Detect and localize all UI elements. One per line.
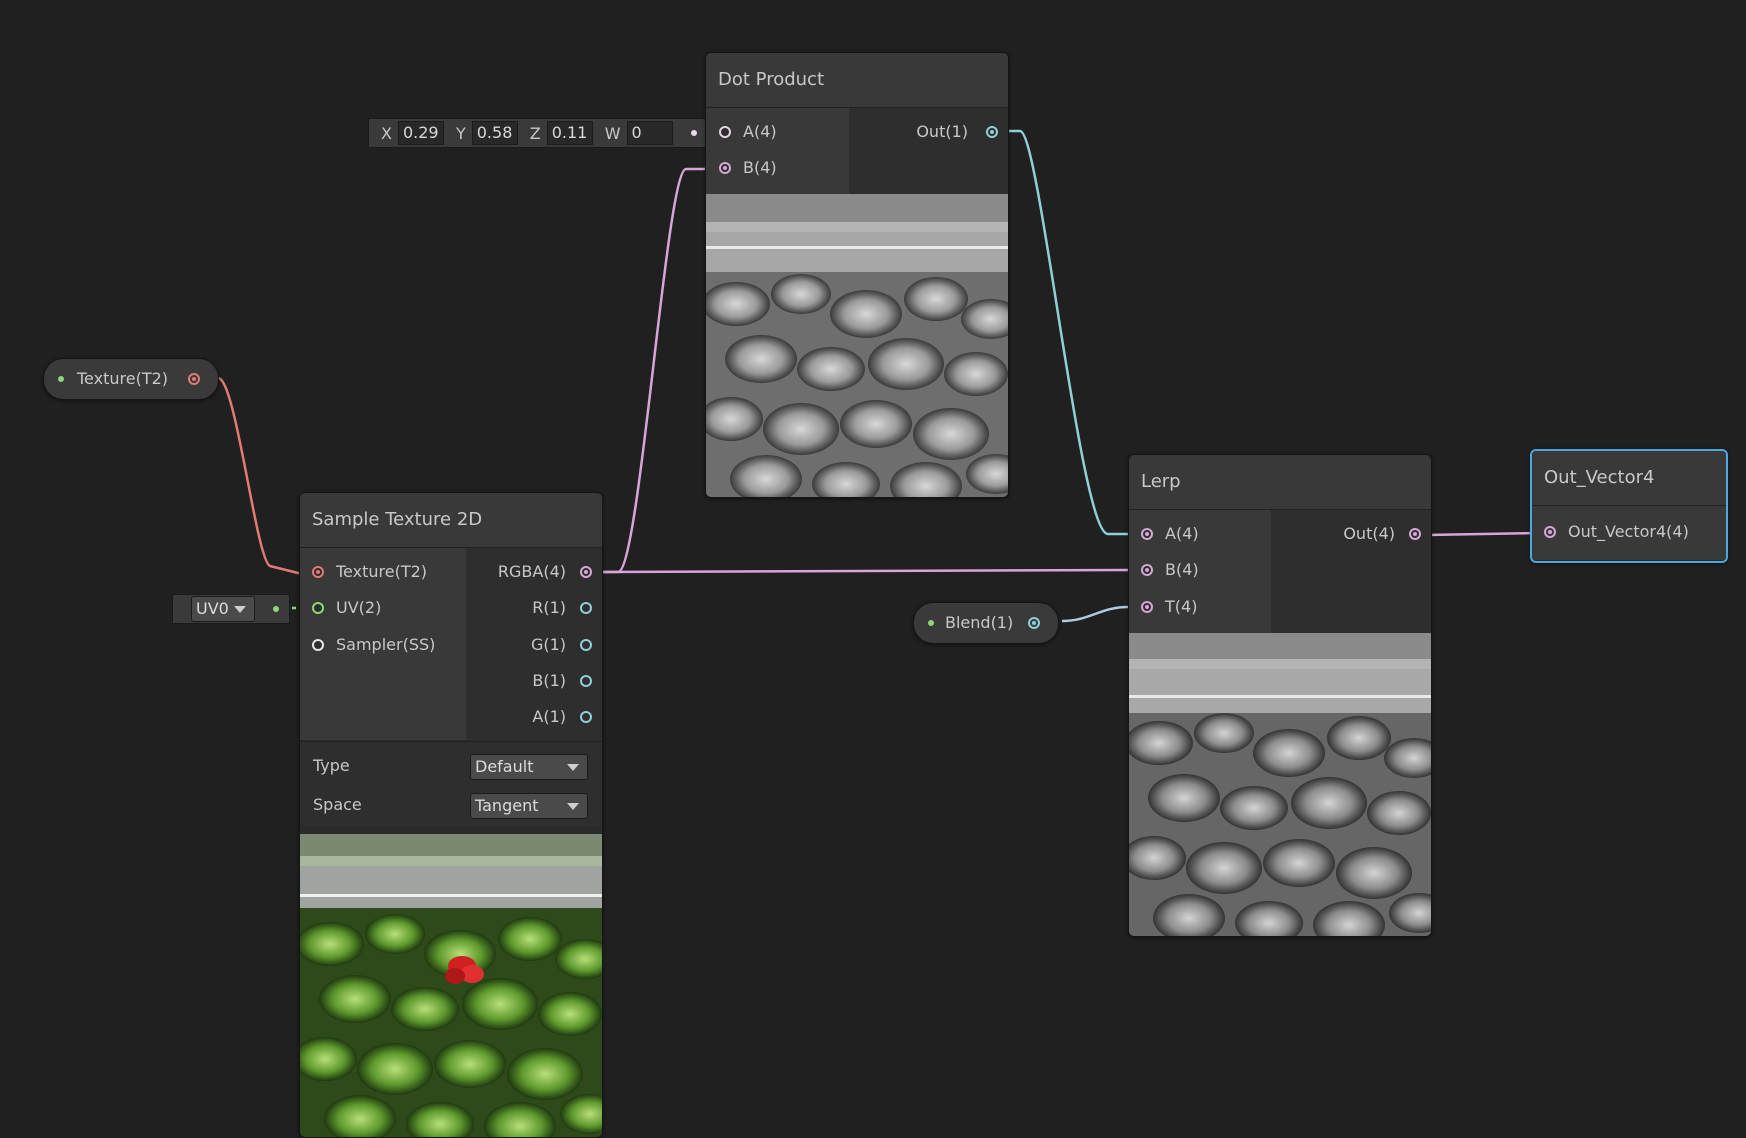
port-b-output-dot[interactable] (580, 675, 592, 687)
wire-texture-to-sample (217, 376, 303, 576)
chevron-down-icon (234, 606, 246, 613)
port-texture-label: Texture(T2) (336, 562, 428, 581)
port-texture-dot[interactable] (312, 566, 324, 578)
space-dropdown-value: Tangent (475, 796, 539, 815)
wire-rgba-to-dot-b (598, 167, 718, 574)
type-dropdown-value: Default (475, 757, 534, 776)
space-dropdown[interactable]: Tangent (470, 793, 588, 819)
port-out-vector4-label: Out_Vector4(4) (1568, 522, 1689, 541)
lerp-ports: A(4) B(4) T(4) Out(4) (1129, 510, 1431, 633)
texture-property-node[interactable]: Texture(T2) (43, 358, 219, 400)
port-lerp-b-label: B(4) (1165, 560, 1199, 579)
port-rgba-output[interactable]: RGBA(4) (472, 554, 592, 590)
blend-property-output-dot[interactable] (1028, 617, 1040, 629)
dot-product-ports: A(4) B(4) Out(1) (706, 108, 1008, 194)
z-label: Z (529, 123, 541, 143)
blend-property-indicator (928, 620, 934, 626)
port-lerp-out-dot[interactable] (1409, 528, 1421, 540)
x-field[interactable]: 0.29 (397, 121, 444, 145)
port-alpha-label: A(1) (532, 707, 566, 726)
out-vector4-title: Out_Vector4 (1532, 451, 1726, 506)
port-alpha-dot[interactable] (580, 711, 592, 723)
out-vector4-node[interactable]: Out_Vector4 Out_Vector4(4) (1530, 449, 1728, 563)
port-uv-label: UV(2) (336, 598, 382, 617)
port-lerp-t-dot[interactable] (1141, 601, 1153, 613)
blend-property-label: Blend(1) (945, 613, 1014, 632)
uv-output-dot[interactable] (273, 606, 279, 612)
port-out-label: Out(1) (916, 122, 968, 141)
wire-blend-to-lerp-t (1061, 605, 1129, 623)
port-uv-dot[interactable] (312, 602, 324, 614)
w-label: W (604, 123, 621, 143)
port-sampler-label: Sampler(SS) (336, 635, 436, 654)
space-label: Space (313, 795, 362, 814)
port-lerp-out-output[interactable]: Out(4) (1301, 516, 1421, 552)
port-lerp-out-label: Out(4) (1343, 524, 1395, 543)
port-g-output[interactable]: G(1) (472, 627, 592, 663)
uv-input-box: UV0 (172, 594, 290, 624)
port-b-label: B(4) (743, 158, 777, 177)
wire-rgba-to-lerp-b (597, 568, 1129, 574)
port-lerp-b-dot[interactable] (1141, 564, 1153, 576)
port-b-output[interactable]: B(1) (472, 663, 592, 699)
type-label: Type (313, 756, 350, 775)
port-alpha-output[interactable]: A(1) (472, 699, 592, 735)
uv-dropdown-value: UV0 (196, 599, 229, 618)
port-r-label: R(1) (532, 598, 566, 617)
port-r-output[interactable]: R(1) (472, 590, 592, 626)
port-rgba-dot[interactable] (580, 566, 592, 578)
y-label: Y (455, 123, 466, 143)
out-vector4-ports: Out_Vector4(4) (1532, 506, 1726, 560)
lerp-preview (1129, 633, 1431, 936)
port-out-output[interactable]: Out(1) (878, 114, 998, 150)
port-lerp-a-dot[interactable] (1141, 528, 1153, 540)
port-b-dot[interactable] (719, 162, 731, 174)
texture-property-output-dot[interactable] (188, 373, 200, 385)
port-b-output-label: B(1) (532, 671, 566, 690)
lerp-title: Lerp (1129, 455, 1431, 510)
uv-dropdown[interactable]: UV0 (191, 596, 255, 622)
port-lerp-a-label: A(4) (1165, 524, 1199, 543)
sample-texture-preview (300, 834, 602, 1137)
sample-texture-title: Sample Texture 2D (300, 493, 602, 548)
port-r-dot[interactable] (580, 602, 592, 614)
z-field[interactable]: 0.11 (546, 121, 593, 145)
port-sampler-dot[interactable] (312, 639, 324, 651)
blend-property-node[interactable]: Blend(1) (913, 602, 1059, 644)
x-label: X (381, 123, 392, 143)
lerp-node[interactable]: Lerp A(4) B(4) T(4) Out(4) (1128, 454, 1432, 937)
dot-product-node[interactable]: Dot Product A(4) B(4) Out(1) (705, 52, 1009, 498)
port-g-dot[interactable] (580, 639, 592, 651)
y-field[interactable]: 0.58 (471, 121, 518, 145)
texture-property-indicator (58, 376, 64, 382)
dot-product-preview (706, 194, 1008, 497)
sample-texture-2d-node[interactable]: Sample Texture 2D Texture(T2) UV(2) Samp… (299, 492, 603, 1138)
chevron-down-icon (567, 764, 579, 771)
wire-dot-out-to-lerp-a (996, 129, 1128, 536)
port-out-dot[interactable] (986, 126, 998, 138)
port-g-label: G(1) (530, 635, 566, 654)
port-a-label: A(4) (743, 122, 777, 141)
texture-property-label: Texture(T2) (77, 369, 169, 388)
dot-product-title: Dot Product (706, 53, 1008, 108)
vector-output-dot[interactable] (690, 130, 697, 136)
type-dropdown[interactable]: Default (470, 754, 588, 780)
sample-texture-settings: Type Default Space Tangent (300, 741, 602, 826)
chevron-down-icon (567, 803, 579, 810)
port-out-vector4-dot[interactable] (1544, 526, 1556, 538)
w-field[interactable]: 0 (626, 121, 673, 145)
port-a-dot[interactable] (719, 126, 731, 138)
port-lerp-t-label: T(4) (1165, 597, 1198, 616)
sample-texture-ports: Texture(T2) UV(2) Sampler(SS) RGBA(4) R(… (300, 548, 602, 740)
port-rgba-label: RGBA(4) (497, 562, 566, 581)
vector4-input: X 0.29 Y 0.58 Z 0.11 W 0 (368, 118, 708, 148)
wire-lerp-out-to-output (1425, 531, 1539, 537)
